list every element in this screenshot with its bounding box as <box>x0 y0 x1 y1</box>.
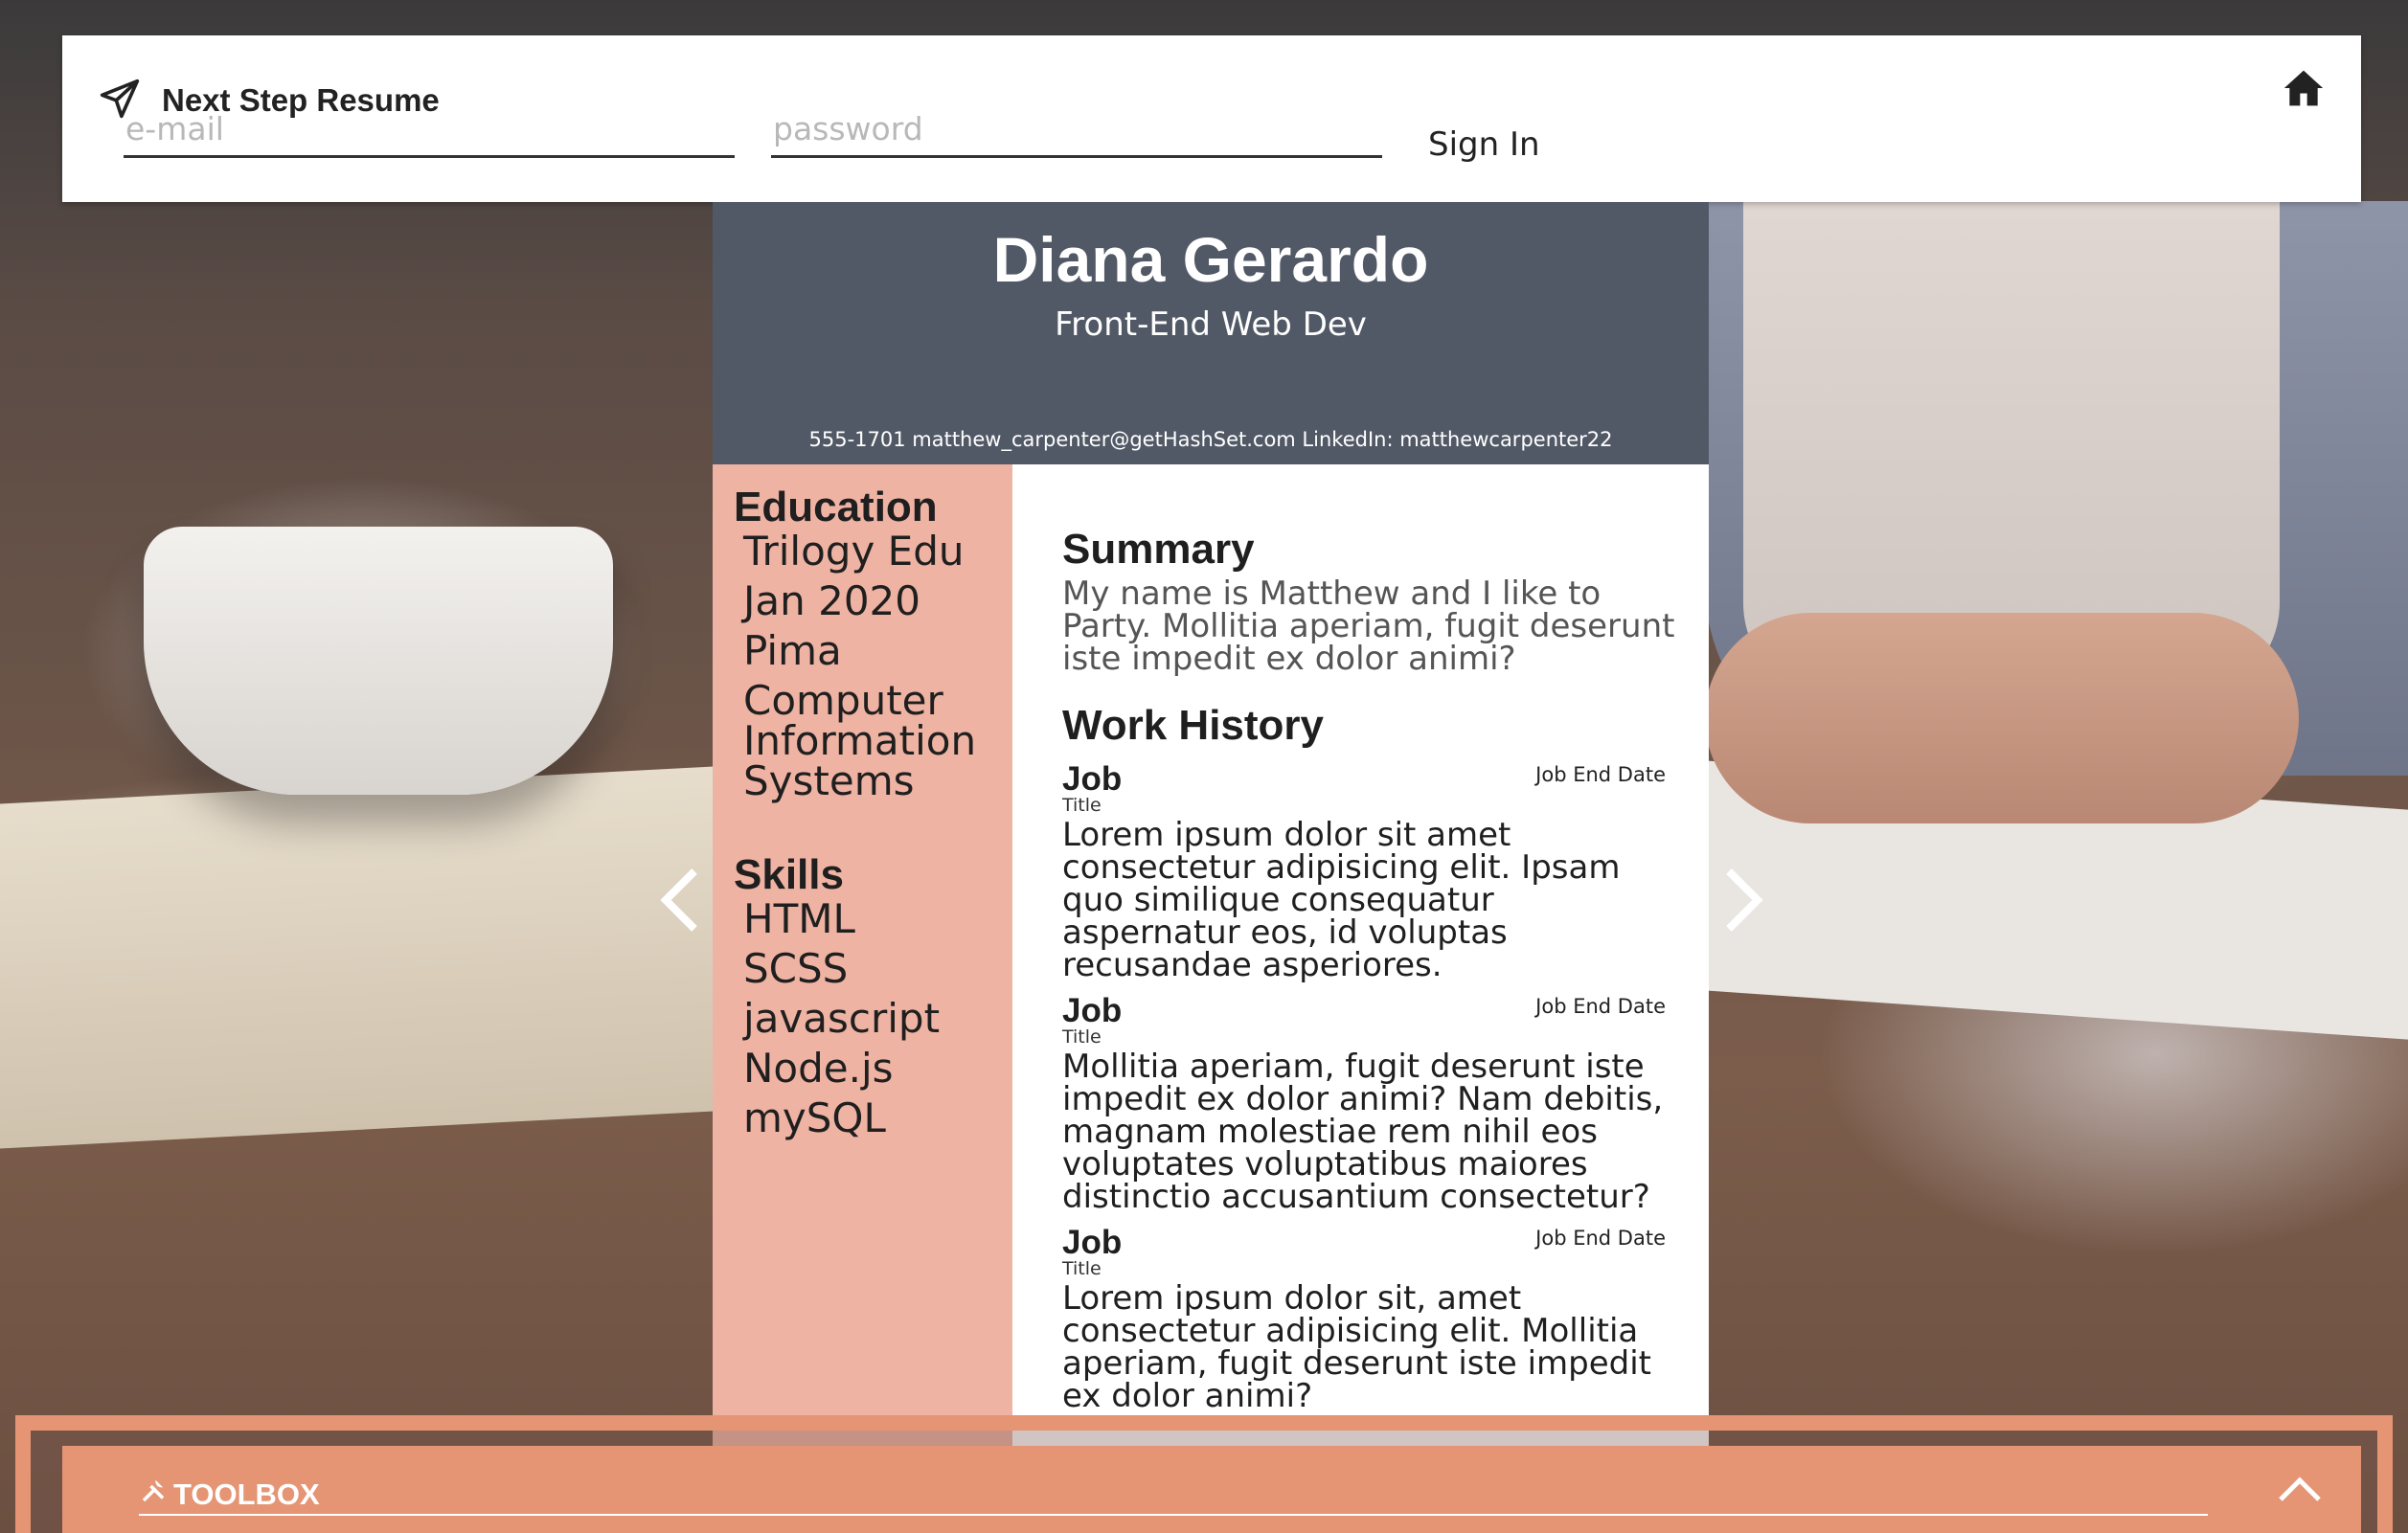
education-item: Computer Information Systems <box>743 677 977 804</box>
toolbox-label: TOOLBOX <box>173 1477 320 1511</box>
skills-title: Skills <box>734 851 844 898</box>
skill-item: Node.js <box>743 1045 894 1092</box>
toolbox-header[interactable]: TOOLBOX <box>139 1477 320 1513</box>
job-entry: Job Title Job End Date Lorem ipsum dolor… <box>1062 1226 1675 1415</box>
education-item: Pima <box>743 627 842 674</box>
home-icon[interactable] <box>2283 67 2325 109</box>
education-list: Trilogy Edu Jan 2020 Pima Computer Infor… <box>734 531 1002 801</box>
job-description: Lorem ipsum dolor sit, amet consectetur … <box>1062 1279 1652 1415</box>
background-sleeve <box>1705 201 2408 776</box>
chevron-right-icon[interactable] <box>1715 862 1772 938</box>
education-item: Trilogy Edu <box>743 528 965 575</box>
top-header: Next Step Resume Sign In <box>62 35 2361 202</box>
resume-card: Diana Gerardo Front-End Web Dev 555-1701… <box>713 202 1709 1447</box>
skill-item: HTML <box>743 895 855 942</box>
email-field-wrapper <box>124 110 735 204</box>
job-end-date: Job End Date <box>1535 995 1666 1018</box>
job-subtitle: Title <box>1062 795 1102 816</box>
job-entry: Job Title Job End Date Lorem ipsum dolor… <box>1062 762 1675 984</box>
job-subtitle: Title <box>1062 1026 1102 1048</box>
work-history-section: Work History Job Title Job End Date Lore… <box>1062 702 1675 1412</box>
tools-icon <box>139 1477 168 1513</box>
job-entry: Job Title Job End Date Mollitia aperiam,… <box>1062 994 1675 1216</box>
job-description: Lorem ipsum dolor sit amet consectetur a… <box>1062 816 1621 984</box>
skills-section: Skills HTML SCSS javascript Node.js mySQ… <box>734 851 1002 1148</box>
background-arm <box>1705 613 2299 823</box>
background-shirt <box>1743 201 2280 699</box>
summary-section: Summary My name is Matthew and I like to… <box>1062 526 1675 675</box>
email-field[interactable] <box>124 110 735 158</box>
work-history-title: Work History <box>1062 702 1325 749</box>
job-end-date: Job End Date <box>1535 763 1666 786</box>
background-paper <box>1705 760 2408 1040</box>
resume-sidebar: Education Trilogy Edu Jan 2020 Pima Comp… <box>713 464 1012 1447</box>
chevron-left-icon[interactable] <box>651 862 709 938</box>
toolbox-divider <box>139 1514 2208 1516</box>
education-item: Jan 2020 <box>743 577 920 624</box>
chevron-up-icon[interactable] <box>2277 1473 2323 1503</box>
education-section: Education Trilogy Edu Jan 2020 Pima Comp… <box>734 484 1002 811</box>
sign-in-button[interactable]: Sign In <box>1417 120 1552 169</box>
password-field-wrapper <box>771 110 1382 204</box>
summary-title: Summary <box>1062 526 1255 573</box>
resume-contact: 555-1701 matthew_carpenter@getHashSet.co… <box>808 428 1613 451</box>
education-title: Education <box>734 484 938 530</box>
summary-text: My name is Matthew and I like to Party. … <box>1062 575 1675 678</box>
password-field[interactable] <box>771 110 1382 158</box>
resume-role: Front-End Web Dev <box>1055 305 1367 344</box>
toolbox-panel[interactable]: TOOLBOX <box>62 1446 2361 1533</box>
skill-item: SCSS <box>743 945 849 992</box>
job-end-date: Job End Date <box>1535 1227 1666 1250</box>
job-subtitle: Title <box>1062 1258 1102 1279</box>
job-description: Mollitia aperiam, fugit deserunt iste im… <box>1062 1048 1664 1216</box>
resume-name: Diana Gerardo <box>992 224 1429 295</box>
resume-main: Summary My name is Matthew and I like to… <box>1012 464 1709 1447</box>
background-cup <box>144 527 613 795</box>
skills-list: HTML SCSS javascript Node.js mySQL <box>734 899 1002 1138</box>
skill-item: mySQL <box>743 1094 886 1141</box>
background-notebook <box>0 766 714 1149</box>
resume-header: Diana Gerardo Front-End Web Dev 555-1701… <box>713 202 1709 464</box>
skill-item: javascript <box>743 995 941 1042</box>
